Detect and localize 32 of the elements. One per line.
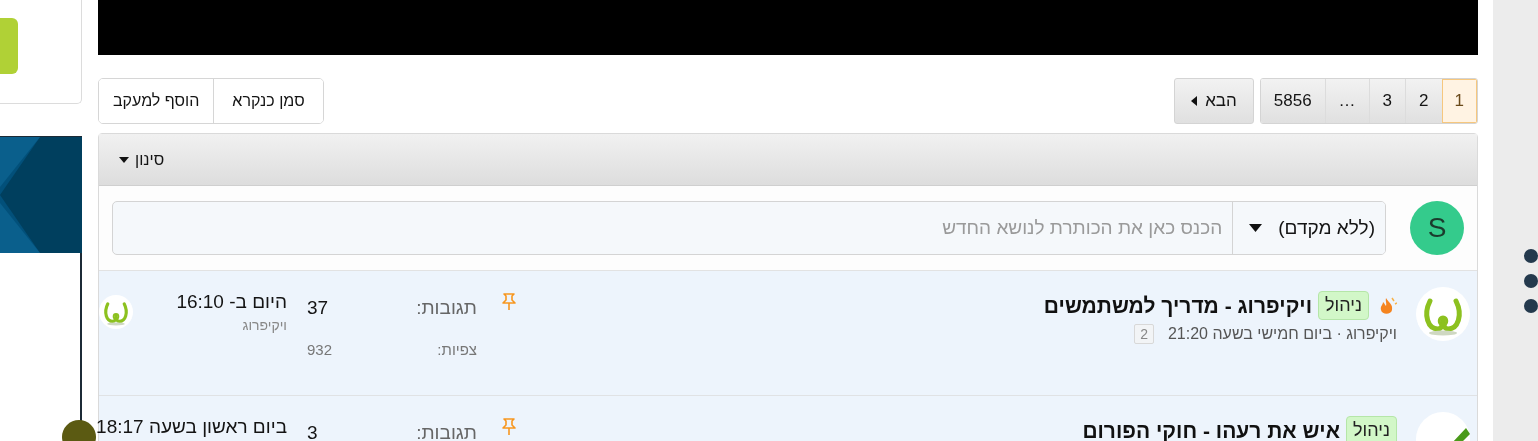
logo-icon — [99, 295, 133, 329]
filter-menu[interactable]: סינון — [119, 150, 165, 169]
thread-title[interactable]: ויקיפרוג - מדריך למשתמשים — [1043, 293, 1313, 318]
video-player[interactable] — [98, 0, 1478, 55]
replies-label: תגובות: — [416, 297, 477, 319]
page-link[interactable]: 5856 — [1260, 79, 1325, 123]
dots-icon — [1523, 248, 1538, 314]
views-label: צפיות: — [437, 341, 477, 358]
views-count: 932 — [307, 341, 333, 358]
last-post-time[interactable]: היום ב- 16:10 — [176, 291, 287, 313]
prefix-label[interactable]: ניהול — [1346, 416, 1397, 441]
logo-icon — [1416, 287, 1470, 341]
title-input-field[interactable]: (ללא מקדם) הכנס כאן את הכותרת לנושא החדש — [112, 201, 1386, 255]
toolbar-button[interactable]: סמן כנקרא — [213, 79, 323, 123]
action-button[interactable] — [0, 18, 18, 74]
user-avatar: S — [1410, 201, 1464, 255]
next-page-button[interactable]: הבא — [1174, 78, 1254, 124]
page-link[interactable]: 2 — [1405, 79, 1442, 123]
page-link[interactable]: 1 — [1441, 79, 1477, 123]
page-link[interactable]: 3 — [1368, 79, 1406, 123]
thread-title[interactable]: איש את רעהו - חוקי הפורום — [1082, 418, 1341, 441]
replies-count: 3 — [307, 422, 318, 441]
caret-icon — [1249, 224, 1263, 232]
prefix-dropdown[interactable]: (ללא מקדם) — [1232, 202, 1385, 254]
prefix-label[interactable]: ניהול — [1318, 291, 1369, 320]
replies-label: תגובות: — [416, 422, 477, 441]
replies-count: 37 — [307, 297, 329, 319]
caret-icon — [1191, 96, 1198, 106]
page-link[interactable]: … — [1324, 79, 1369, 123]
last-post-time[interactable]: ביום ראשון בשעה 18:17 — [96, 416, 287, 438]
caret-icon — [119, 156, 129, 163]
thread-meta: ויקיפרוג · ביום חמישי בשעה 21:20 — [1167, 325, 1397, 343]
